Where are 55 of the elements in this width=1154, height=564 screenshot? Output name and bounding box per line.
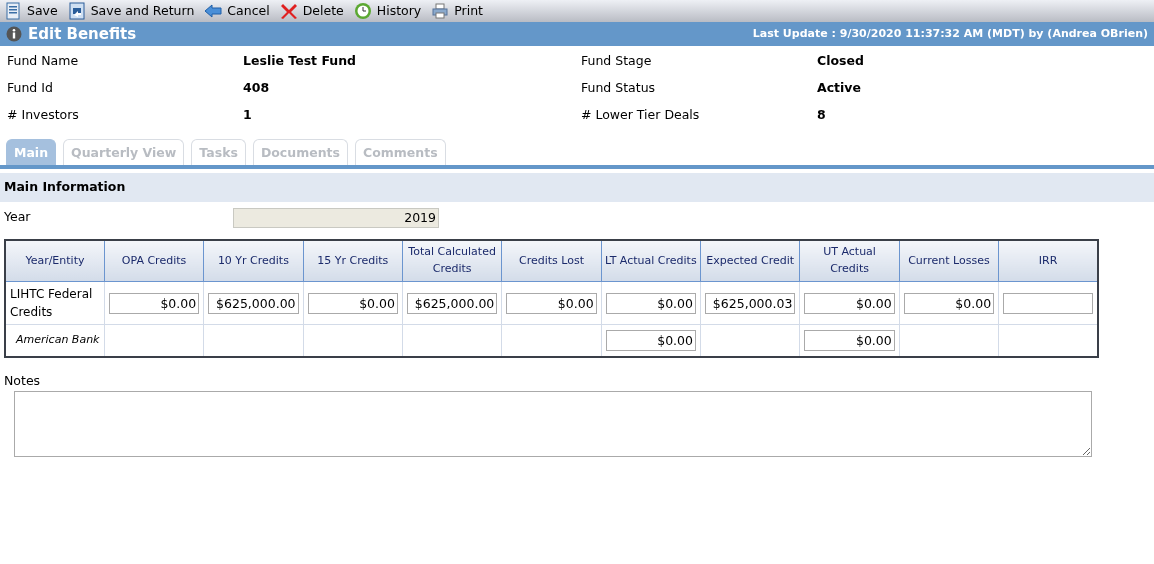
printer-icon <box>431 2 450 20</box>
column-header: UT Actual Credits <box>799 239 900 282</box>
column-header: Current Losses <box>899 239 999 282</box>
toolbar-button[interactable]: Print <box>431 1 483 21</box>
year-field[interactable]: 2019 <box>233 207 439 228</box>
amount-field[interactable]: $0.00 <box>804 329 895 351</box>
column-header: IRR <box>998 239 1098 282</box>
toolbar-button[interactable]: Delete <box>279 1 344 21</box>
amount-field[interactable]: $0.00 <box>903 292 995 314</box>
column-header: Total Calculated Credits <box>402 239 502 282</box>
back-arrow-icon <box>204 2 223 20</box>
field-label: Fund Stage <box>581 52 653 70</box>
amount-field[interactable]: $625,000.00 <box>406 292 498 314</box>
column-header: 15 Yr Credits <box>303 239 403 282</box>
amount-field[interactable]: $0.00 <box>108 292 200 314</box>
column-header: OPA Credits <box>104 239 204 282</box>
column-header: LT Actual Credits <box>601 239 701 282</box>
column-header: 10 Yr Credits <box>203 239 304 282</box>
field-value: 8 <box>817 106 827 124</box>
section-header: Main Information <box>0 172 1154 202</box>
column-header: Credits Lost <box>501 239 602 282</box>
field-label: Year <box>4 208 32 227</box>
amount-field[interactable]: $0.00 <box>605 292 696 314</box>
amount-field[interactable]: $0.00 <box>506 292 597 314</box>
amount-field[interactable]: $625,000.00 <box>208 292 299 314</box>
field-value: 408 <box>243 79 271 97</box>
toolbar-button[interactable]: Save and Return <box>67 1 195 21</box>
amount-field[interactable]: $0.00 <box>804 292 895 314</box>
page-title: Edit Benefits <box>28 25 137 43</box>
clock-icon <box>353 2 372 20</box>
notes-field[interactable] <box>14 391 1092 458</box>
delete-icon <box>279 2 298 20</box>
field-value: Closed <box>817 52 865 70</box>
toolbar-button[interactable]: History <box>353 1 422 21</box>
info-icon <box>6 26 22 42</box>
field-label: Fund Id <box>7 79 54 97</box>
field-value: Active <box>817 79 862 97</box>
field-value: 1 <box>243 106 253 124</box>
table-cell: LIHTC Federal Credits <box>5 281 105 325</box>
column-header: Expected Credit <box>700 239 800 282</box>
field-label: Notes <box>4 371 42 390</box>
column-header: Year/Entity <box>5 239 105 282</box>
save-icon <box>4 2 22 20</box>
toolbar-button[interactable]: Save <box>4 1 58 21</box>
last-update-text: Last Update : 9/30/2020 11:37:32 AM (MDT) by (Andrea OBrien) <box>752 25 1148 42</box>
field-label: Fund Status <box>581 79 657 97</box>
field-label: # Investors <box>7 106 80 124</box>
amount-field[interactable]: $0.00 <box>605 329 696 351</box>
field-label: # Lower Tier Deals <box>581 106 701 124</box>
field-value: Leslie Test Fund <box>243 52 358 70</box>
amount-field[interactable]: $625,000.03 <box>705 292 796 314</box>
amount-field[interactable] <box>1003 292 1093 314</box>
toolbar-button[interactable]: Cancel <box>204 1 270 21</box>
field-label: Fund Name <box>7 52 80 70</box>
amount-field[interactable]: $0.00 <box>307 292 398 314</box>
